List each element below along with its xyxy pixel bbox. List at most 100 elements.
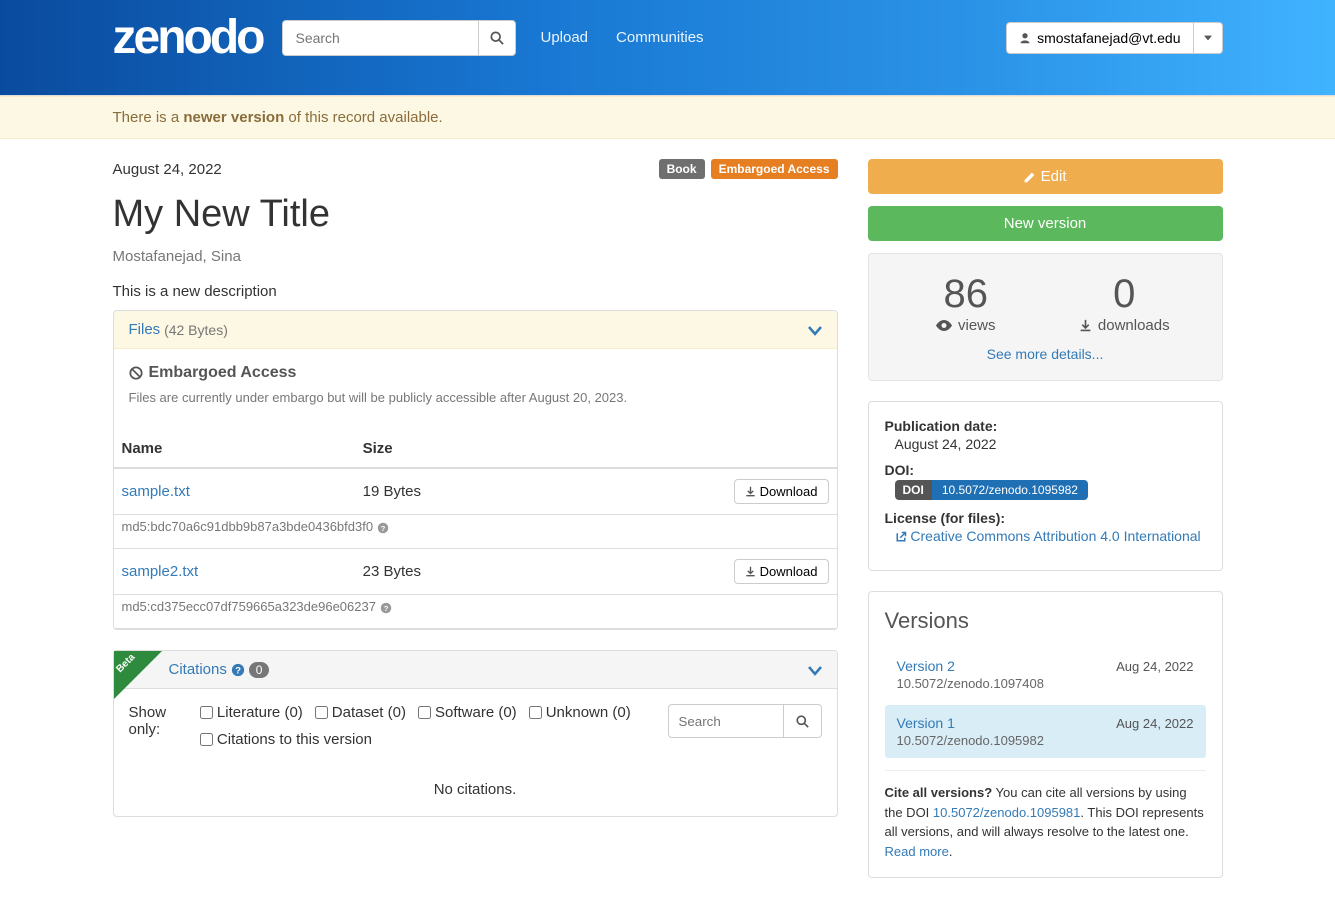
checkbox[interactable] (529, 706, 542, 719)
see-more-details[interactable]: See more details... (987, 346, 1104, 362)
help-icon[interactable]: ? (377, 522, 389, 534)
filter-this-version[interactable]: Citations to this version (200, 731, 648, 748)
license-label: License (for files): (885, 510, 1206, 526)
alert-text-bold: newer version (183, 109, 284, 126)
user-dropdown-toggle[interactable] (1194, 22, 1223, 54)
user-button[interactable]: smostafanejad@vt.edu (1006, 22, 1193, 54)
version-doi: 10.5072/zenodo.1097408 (897, 676, 1194, 691)
download-button[interactable]: Download (734, 479, 829, 504)
citation-filters: Literature (0) Dataset (0) Software (0) … (200, 704, 648, 748)
cite-all-doi[interactable]: 10.5072/zenodo.1095981 (933, 805, 1080, 820)
download-icon (745, 486, 756, 497)
filter-checkbox[interactable]: Unknown (0) (529, 704, 631, 721)
navbar: zenodo Upload Communities smostafanejad@… (0, 0, 1335, 96)
svg-text:?: ? (383, 604, 388, 613)
chevron-down-icon (808, 666, 822, 676)
search-button[interactable] (478, 20, 516, 56)
version-name[interactable]: Version 2 (897, 658, 955, 674)
embargo-heading: Embargoed Access (129, 364, 822, 382)
user-menu: smostafanejad@vt.edu (1006, 22, 1222, 54)
license-link[interactable]: Creative Commons Attribution 4.0 Interna… (895, 528, 1201, 544)
col-size: Size (355, 430, 548, 468)
version-item[interactable]: Version 1 Aug 24, 2022 10.5072/zenodo.10… (885, 705, 1206, 758)
checkbox[interactable] (200, 706, 213, 719)
citations-panel: Beta Citations ? 0 Show only: Literature… (113, 650, 838, 817)
ban-icon (129, 366, 143, 380)
external-link-icon (895, 531, 907, 543)
record-title: My New Title (113, 193, 838, 236)
alert-text-suffix: of this record available. (284, 109, 442, 126)
version-name[interactable]: Version 1 (897, 715, 955, 731)
file-link[interactable]: sample.txt (122, 483, 190, 500)
files-panel: Files (42 Bytes) Embargoed Access Files … (113, 310, 838, 630)
checkbox[interactable] (315, 706, 328, 719)
citation-search-button[interactable] (784, 704, 822, 738)
file-md5: md5:bdc70a6c91dbb9b87a3bde0436bfd3f0 ? (114, 515, 837, 549)
md5-row: md5:cd375ecc07df759665a323de96e06237 ? (114, 595, 837, 629)
nav-upload[interactable]: Upload (536, 21, 592, 54)
nav-communities[interactable]: Communities (612, 21, 708, 54)
md5-row: md5:bdc70a6c91dbb9b87a3bde0436bfd3f0 ? (114, 515, 837, 549)
doi-badge[interactable]: DOI 10.5072/zenodo.1095982 (895, 480, 1088, 500)
file-size: 19 Bytes (355, 468, 548, 515)
metadata-box: Publication date: August 24, 2022 DOI: D… (868, 401, 1223, 571)
edit-icon (1023, 171, 1036, 184)
version-item[interactable]: Version 2 Aug 24, 2022 10.5072/zenodo.10… (885, 648, 1206, 701)
download-button[interactable]: Download (734, 559, 829, 584)
checkbox[interactable] (200, 733, 213, 746)
pub-date-value: August 24, 2022 (895, 436, 1206, 452)
views-label: views (958, 317, 996, 334)
download-icon (1079, 319, 1092, 332)
user-icon (1019, 32, 1031, 44)
alert-text-prefix: There is a (113, 109, 184, 126)
new-version-button[interactable]: New version (868, 206, 1223, 241)
files-table: Name Size sample.txt 19 Bytes Downloadmd… (114, 430, 837, 629)
version-date: Aug 24, 2022 (1116, 659, 1193, 674)
files-panel-toggle[interactable] (808, 322, 822, 338)
svg-text:?: ? (380, 524, 385, 533)
filter-checkbox[interactable]: Dataset (0) (315, 704, 406, 721)
zenodo-logo[interactable]: zenodo (113, 10, 263, 65)
files-total-size: (42 Bytes) (164, 322, 228, 338)
search-icon (796, 715, 809, 728)
filter-checkbox[interactable]: Literature (0) (200, 704, 303, 721)
cite-all-note: Cite all versions? You can cite all vers… (885, 770, 1206, 861)
edit-button[interactable]: Edit (868, 159, 1223, 194)
type-badge: Book (659, 159, 705, 179)
table-row: sample.txt 19 Bytes Download (114, 468, 837, 515)
search-input[interactable] (282, 20, 478, 56)
citations-label: Citations (169, 661, 227, 678)
col-name: Name (114, 430, 355, 468)
caret-down-icon (1204, 34, 1212, 42)
record-author: Mostafanejad, Sina (113, 248, 838, 265)
stats-box: 86 views 0 downloads See mor (868, 253, 1223, 381)
search-icon (490, 31, 504, 45)
checkbox[interactable] (418, 706, 431, 719)
versions-box: Versions Version 2 Aug 24, 2022 10.5072/… (868, 591, 1223, 878)
citations-count: 0 (249, 662, 270, 678)
files-panel-heading[interactable]: Files (42 Bytes) (114, 311, 837, 349)
help-icon[interactable]: ? (380, 602, 392, 614)
eye-icon (936, 320, 952, 331)
citations-toggle[interactable] (808, 662, 822, 678)
citations-heading[interactable]: Citations ? 0 (114, 651, 837, 689)
show-only-label: Show only: (129, 704, 182, 738)
help-icon[interactable]: ? (231, 663, 245, 677)
record-header: August 24, 2022 Book Embargoed Access (113, 159, 838, 179)
versions-heading: Versions (885, 608, 1206, 634)
access-badge: Embargoed Access (711, 159, 838, 179)
citation-search (668, 704, 822, 748)
chevron-down-icon (808, 326, 822, 336)
downloads-count: 0 (1045, 272, 1204, 317)
file-md5: md5:cd375ecc07df759665a323de96e06237 ? (114, 595, 837, 629)
file-link[interactable]: sample2.txt (122, 563, 199, 580)
downloads-label: downloads (1098, 317, 1170, 334)
user-email: smostafanejad@vt.edu (1037, 30, 1180, 46)
read-more-link[interactable]: Read more (885, 844, 949, 859)
filter-checkbox[interactable]: Software (0) (418, 704, 517, 721)
version-date: Aug 24, 2022 (1116, 716, 1193, 731)
svg-text:?: ? (235, 665, 241, 676)
citation-search-input[interactable] (668, 704, 784, 738)
beta-ribbon (114, 651, 162, 699)
views-count: 86 (887, 272, 1046, 317)
